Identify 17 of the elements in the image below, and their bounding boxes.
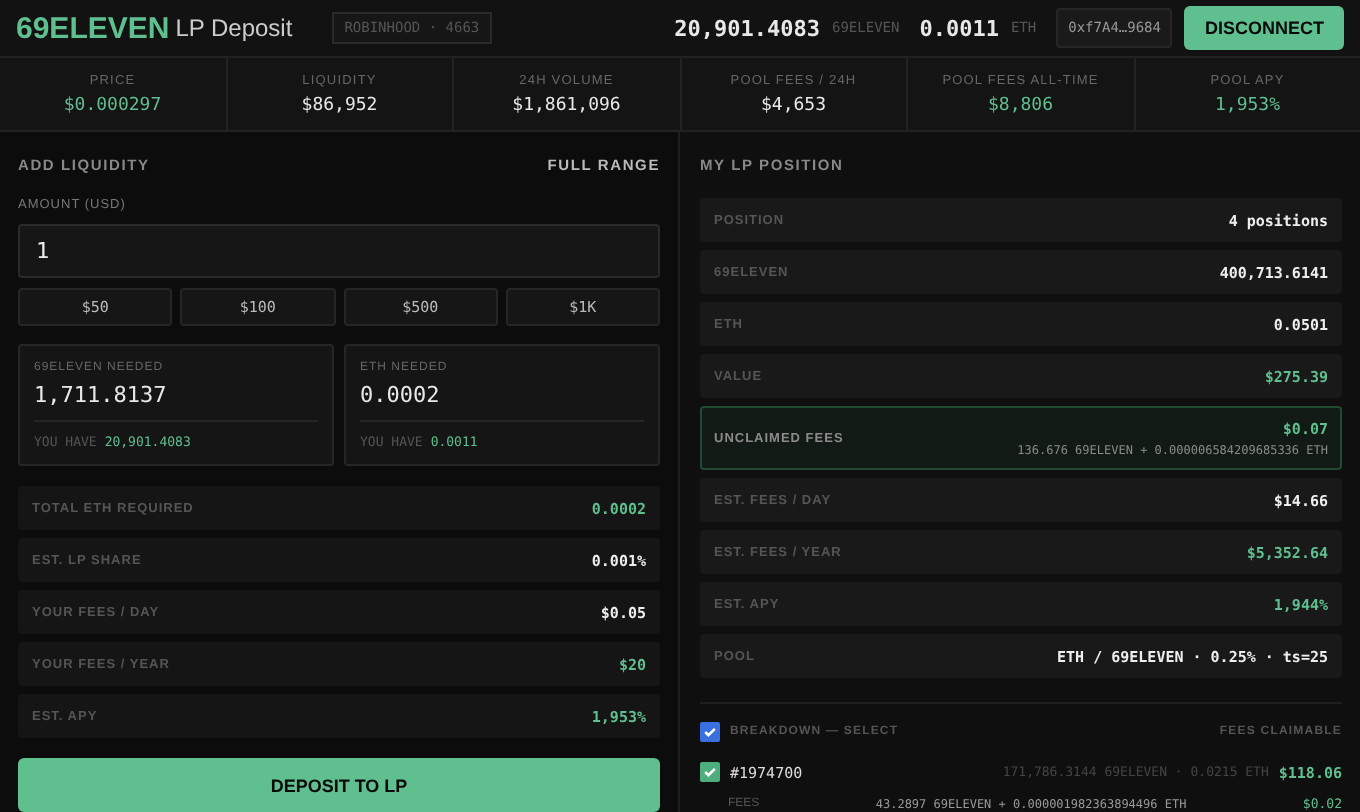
position-checkbox[interactable] (700, 762, 720, 782)
amount-field[interactable]: 1 (18, 224, 660, 278)
select-all-checkbox[interactable] (700, 722, 720, 742)
needed-value: 1,711.8137 (34, 382, 318, 422)
deposit-button[interactable]: DEPOSIT TO LP (18, 758, 660, 812)
page-title: LP Deposit (175, 14, 293, 42)
stat-value: 1,953% (1214, 95, 1280, 115)
disconnect-button[interactable]: DISCONNECT (1184, 6, 1344, 50)
stat-value: $4,653 (760, 95, 826, 115)
balance-amount: 20,901.4083 (674, 15, 820, 41)
brand-logo: 69ELEVEN (16, 11, 170, 45)
stat-value: $8,806 (987, 95, 1053, 115)
stat-value: $86,952 (301, 95, 378, 115)
stat-value: $1,861,096 (512, 95, 621, 115)
needed-value: 0.0002 (360, 382, 644, 422)
balance-amount: 0.0011 (919, 15, 999, 41)
stat-value: $0.000297 (63, 95, 162, 115)
